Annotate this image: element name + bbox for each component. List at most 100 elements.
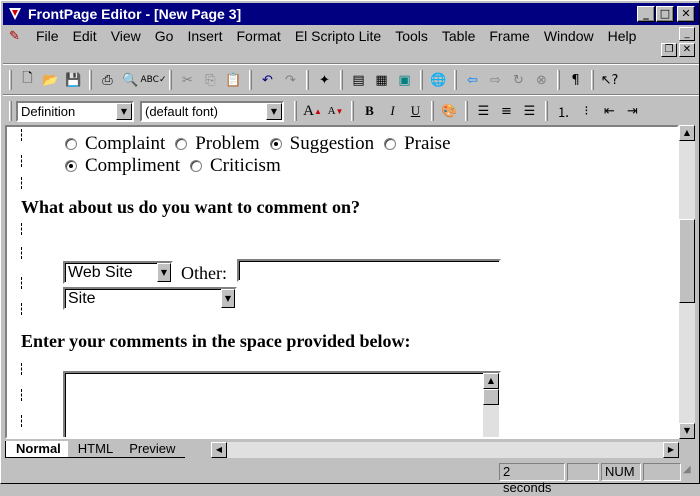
- doc-close-button[interactable]: ✕: [679, 43, 695, 57]
- chevron-down-icon[interactable]: ▼: [116, 102, 132, 120]
- open-folder-icon[interactable]: 📂: [39, 69, 62, 91]
- menu-file[interactable]: File: [29, 26, 66, 46]
- scroll-up-icon[interactable]: ▲: [679, 125, 695, 141]
- subject-select-value: Web Site: [68, 264, 133, 281]
- chevron-down-icon[interactable]: ▼: [157, 263, 171, 282]
- save-icon[interactable]: 💾: [62, 69, 85, 91]
- close-button[interactable]: ✕: [677, 6, 695, 22]
- other-text-field[interactable]: [237, 259, 501, 282]
- radio-criticism[interactable]: [190, 160, 202, 172]
- minimize-button[interactable]: _: [637, 6, 655, 22]
- text-color-icon[interactable]: 🎨: [438, 100, 461, 122]
- radio-problem[interactable]: [175, 138, 188, 150]
- paragraph-style-combo[interactable]: Definition ▼: [16, 100, 134, 122]
- question-heading-2: Enter your comments in the space provide…: [21, 331, 411, 351]
- status-caps: [567, 463, 599, 481]
- feedback-type-row-2: Compliment Criticism: [65, 155, 291, 177]
- undo-icon[interactable]: ↶: [256, 69, 279, 91]
- decrease-font-size-icon[interactable]: A ▼: [324, 100, 347, 122]
- menu-format[interactable]: Format: [229, 26, 287, 46]
- create-hyperlink-icon[interactable]: 🌐: [427, 69, 450, 91]
- scroll-up-icon[interactable]: ▲: [483, 373, 499, 389]
- menu-help[interactable]: Help: [601, 26, 644, 46]
- menu-go[interactable]: Go: [148, 26, 181, 46]
- doc-minimize-button[interactable]: _: [679, 27, 695, 41]
- align-center-icon[interactable]: ≡: [495, 100, 518, 122]
- chevron-down-icon[interactable]: ▼: [221, 289, 235, 308]
- subject-select[interactable]: Web Site ▼: [63, 261, 173, 284]
- menu-tools[interactable]: Tools: [388, 26, 435, 46]
- numbered-list-icon[interactable]: ⒈: [552, 100, 575, 122]
- radio-label: Complaint: [85, 133, 166, 154]
- menu-edit[interactable]: Edit: [66, 26, 104, 46]
- radio-label: Criticism: [210, 155, 281, 176]
- scroll-thumb[interactable]: [679, 219, 695, 303]
- textarea-scrollbar[interactable]: ▲: [483, 373, 499, 437]
- new-page-icon[interactable]: 🗋: [16, 69, 39, 91]
- menu-frame[interactable]: Frame: [482, 26, 536, 46]
- show-paragraph-marks-icon[interactable]: ¶: [564, 69, 587, 91]
- toolbar-separator: [3, 63, 699, 65]
- radio-compliment[interactable]: [65, 160, 77, 172]
- increase-font-size-icon[interactable]: A ▲: [301, 100, 324, 122]
- window-title: FrontPage Editor - [New Page 3]: [28, 6, 242, 22]
- status-bar: 2 seconds NUM ◢: [3, 461, 699, 495]
- site-select[interactable]: Site ▼: [63, 287, 237, 310]
- redo-icon[interactable]: ↷: [279, 69, 302, 91]
- insert-form-field-icon[interactable]: ▤: [347, 69, 370, 91]
- tab-html[interactable]: HTML: [67, 441, 124, 458]
- bulleted-list-icon[interactable]: ⁝: [575, 100, 598, 122]
- menu-window[interactable]: Window: [537, 26, 601, 46]
- chevron-down-icon[interactable]: ▼: [266, 102, 282, 120]
- radio-label: Compliment: [85, 155, 180, 176]
- tab-normal[interactable]: Normal: [5, 441, 72, 458]
- frontpage-app-icon[interactable]: [6, 5, 24, 23]
- refresh-icon[interactable]: ↻: [507, 69, 530, 91]
- document-icon[interactable]: ✎: [9, 28, 25, 44]
- resize-grip-icon[interactable]: ◢: [683, 464, 699, 480]
- italic-icon[interactable]: I: [381, 100, 404, 122]
- scroll-left-icon[interactable]: ◀: [211, 442, 227, 458]
- scroll-down-icon[interactable]: ▼: [679, 423, 695, 439]
- insert-image-icon[interactable]: ▣: [393, 69, 416, 91]
- menu-view[interactable]: View: [104, 26, 148, 46]
- increase-indent-icon[interactable]: ⇥: [621, 100, 644, 122]
- decrease-indent-icon[interactable]: ⇤: [598, 100, 621, 122]
- spelling-icon[interactable]: ABC✓: [141, 69, 167, 91]
- cut-icon[interactable]: ✂: [176, 69, 199, 91]
- scroll-right-icon[interactable]: ▶: [663, 442, 679, 458]
- insert-table-icon[interactable]: ▦: [370, 69, 393, 91]
- help-pointer-icon[interactable]: ↖?: [598, 69, 621, 91]
- editor-pane[interactable]: Complaint Problem Suggestion Praise Comp…: [5, 125, 679, 439]
- back-icon[interactable]: ⇦: [461, 69, 484, 91]
- radio-suggestion[interactable]: [269, 138, 282, 150]
- bold-icon[interactable]: B: [358, 100, 381, 122]
- font-combo[interactable]: (default font) ▼: [140, 100, 284, 122]
- menu-insert[interactable]: Insert: [180, 26, 229, 46]
- align-left-icon[interactable]: ☰: [472, 100, 495, 122]
- forward-icon[interactable]: ⇨: [484, 69, 507, 91]
- paste-icon[interactable]: 📋: [222, 69, 245, 91]
- tab-preview[interactable]: Preview: [119, 441, 186, 458]
- radio-complaint[interactable]: [65, 138, 77, 150]
- vertical-scrollbar[interactable]: ▲ ▼: [679, 125, 695, 439]
- menu-table[interactable]: Table: [435, 26, 482, 46]
- align-right-icon[interactable]: ☰: [518, 100, 541, 122]
- menu-el-scripto-lite[interactable]: El Scripto Lite: [288, 26, 388, 46]
- scroll-thumb[interactable]: [483, 389, 499, 405]
- doc-restore-button[interactable]: ❐: [661, 43, 677, 57]
- status-scroll: [643, 463, 681, 481]
- question-heading-1: What about us do you want to comment on?: [21, 197, 361, 217]
- comments-textarea[interactable]: ▲: [63, 371, 501, 437]
- horizontal-scrollbar[interactable]: ◀ ▶: [211, 442, 679, 458]
- stop-icon[interactable]: ⊗: [530, 69, 553, 91]
- underline-icon[interactable]: U: [404, 100, 427, 122]
- site-select-value: Site: [68, 290, 96, 307]
- print-icon[interactable]: ⎙: [96, 69, 119, 91]
- print-preview-icon[interactable]: 🔍: [119, 69, 142, 91]
- maximize-button[interactable]: □: [656, 6, 674, 22]
- radio-label: Suggestion: [289, 133, 375, 154]
- insert-webbot-icon[interactable]: ✦: [313, 69, 336, 91]
- copy-icon[interactable]: ⎘: [199, 69, 222, 91]
- radio-praise[interactable]: [384, 138, 397, 150]
